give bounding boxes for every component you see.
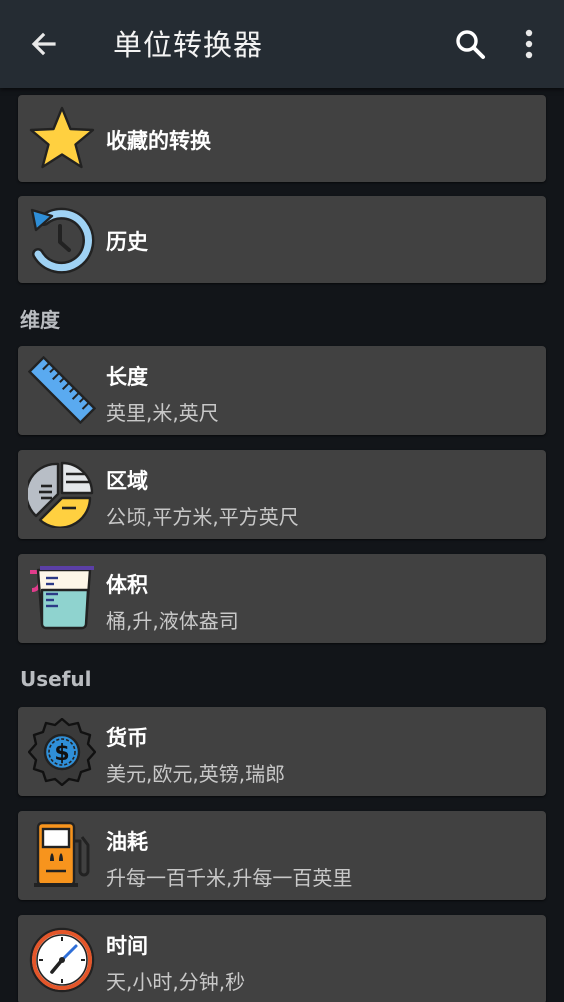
volume-subtitle: 桶,升,液体盎司 [106,609,239,633]
area-card[interactable]: 区域 公顷,平方米,平方英尺 [18,450,546,539]
measuring-cup-icon [30,566,94,630]
currency-card[interactable]: $ 货币 美元,欧元,英镑,瑞郎 [18,707,546,796]
currency-title: 货币 [106,726,148,750]
time-subtitle: 天,小时,分钟,秒 [106,970,246,994]
more-vert-icon[interactable] [512,24,546,64]
favorites-label: 收藏的转换 [106,129,211,153]
pie-chart-icon [28,461,94,528]
history-clock-icon [30,207,95,274]
length-card[interactable]: 长度 英里,米,英尺 [18,346,546,435]
time-title: 时间 [106,934,148,958]
page-title: 单位转换器 [113,28,264,62]
history-label: 历史 [106,230,148,254]
favorites-card[interactable]: 收藏的转换 [18,95,546,182]
fuel-pump-icon [34,821,90,887]
clock-icon [29,927,95,993]
fuel-card[interactable]: 油耗 升每一百千米,升每一百英里 [18,811,546,900]
area-title: 区域 [106,469,148,493]
volume-title: 体积 [106,573,148,597]
volume-card[interactable]: 体积 桶,升,液体盎司 [18,554,546,643]
search-icon[interactable] [450,24,490,64]
section-useful: Useful [20,667,92,691]
arrow-back-icon[interactable] [24,24,64,64]
area-subtitle: 公顷,平方米,平方英尺 [106,505,299,529]
section-dimension: 维度 [20,308,60,332]
dollar-badge-icon: $ [28,718,96,786]
app-bar: 单位转换器 [0,0,564,88]
history-card[interactable]: 历史 [18,196,546,283]
converter-list: 收藏的转换 历史 维度 长度 英里,米,英尺 区域 公顷,平方米,平方英尺 体积… [0,88,564,1002]
currency-subtitle: 美元,欧元,英镑,瑞郎 [106,762,286,786]
time-card[interactable]: 时间 天,小时,分钟,秒 [18,915,546,1002]
fuel-title: 油耗 [106,830,148,854]
svg-text:$: $ [54,741,69,766]
star-icon [29,106,95,169]
length-title: 长度 [106,365,148,389]
fuel-subtitle: 升每一百千米,升每一百英里 [106,866,353,890]
length-subtitle: 英里,米,英尺 [106,401,219,425]
ruler-icon [28,356,96,424]
